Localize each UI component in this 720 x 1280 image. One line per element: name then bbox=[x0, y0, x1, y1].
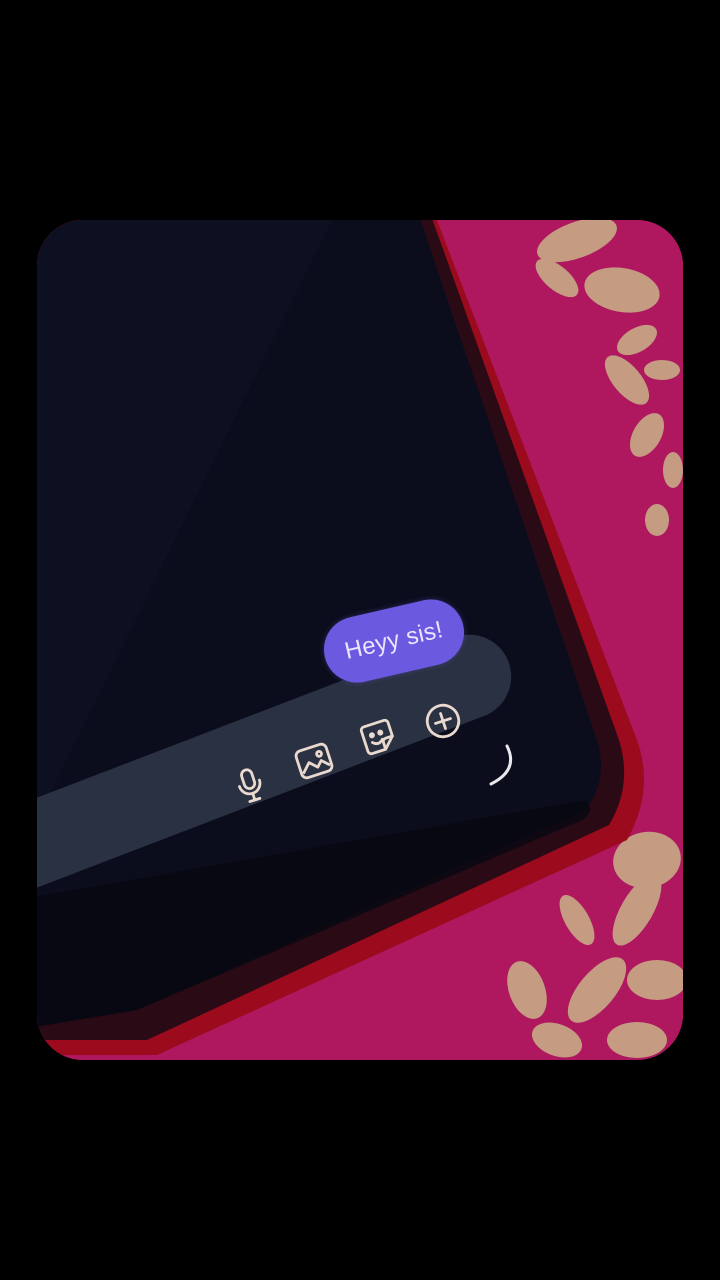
photo-frame: Heyy sis! bbox=[37, 220, 683, 1060]
chat-area: Heyy sis! bbox=[37, 220, 683, 1060]
loading-arc-icon bbox=[489, 744, 512, 786]
message-text: Heyy sis! bbox=[342, 616, 446, 665]
message-composer[interactable] bbox=[37, 622, 524, 902]
